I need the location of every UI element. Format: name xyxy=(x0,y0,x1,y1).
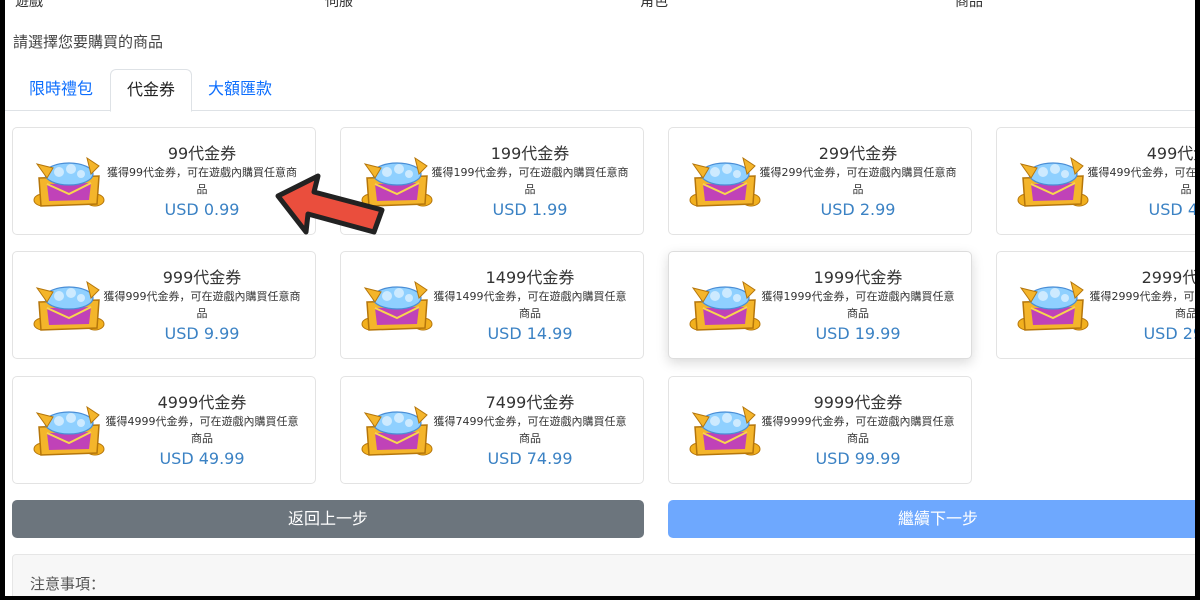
treasure-chest-icon xyxy=(689,278,761,334)
product-card[interactable]: 1999代金券 獲得1999代金券，可在遊戲內購買任意商品 USD 19.99 xyxy=(668,251,972,359)
step-label: 商品 xyxy=(955,0,983,10)
product-price: USD 14.99 xyxy=(487,324,573,343)
product-title: 499代金券 xyxy=(1146,144,1195,163)
product-card[interactable]: 499代金券 獲得499代金券，可在遊戲內購買任意商品 USD 4.99 xyxy=(996,127,1195,235)
product-title: 99代金券 xyxy=(167,144,237,163)
product-price: USD 74.99 xyxy=(487,449,573,468)
product-description: 獲得7499代金券，可在遊戲內購買任意商品 xyxy=(433,415,627,445)
product-title: 999代金券 xyxy=(162,268,242,287)
product-title: 1499代金券 xyxy=(485,268,575,287)
next-button[interactable]: 繼續下一步 xyxy=(668,500,1195,538)
select-product-prompt: 請選擇您要購買的商品 xyxy=(13,33,164,51)
treasure-chest-icon xyxy=(33,154,105,210)
notice-box: 注意事項： xyxy=(12,554,1195,596)
step-label: 遊戲 xyxy=(15,0,43,10)
product-price: USD 1.99 xyxy=(492,200,568,219)
product-title: 7499代金券 xyxy=(485,393,575,412)
product-price: USD 29.99 xyxy=(1143,324,1195,343)
product-price: USD 9.99 xyxy=(164,324,240,343)
product-title: 299代金券 xyxy=(818,144,898,163)
product-card[interactable]: 4999代金券 獲得4999代金券，可在遊戲內購買任意商品 USD 49.99 xyxy=(12,376,316,484)
step-label: 角色 xyxy=(640,0,668,10)
product-card[interactable]: 999代金券 獲得999代金券，可在遊戲內購買任意商品 USD 9.99 xyxy=(12,251,316,359)
product-title: 1999代金券 xyxy=(813,268,903,287)
red-arrow-annotation xyxy=(275,173,385,235)
product-title: 199代金券 xyxy=(490,144,570,163)
treasure-chest-icon xyxy=(361,278,433,334)
treasure-chest-icon xyxy=(1017,154,1089,210)
product-card[interactable]: 299代金券 獲得299代金券，可在遊戲內購買任意商品 USD 2.99 xyxy=(668,127,972,235)
product-description: 獲得2999代金券，可在遊戲內購買任意商品 xyxy=(1089,290,1196,320)
product-title: 2999代金券 xyxy=(1141,268,1195,287)
product-price: USD 99.99 xyxy=(815,449,901,468)
product-price: USD 4.99 xyxy=(1148,200,1195,219)
treasure-chest-icon xyxy=(689,403,761,459)
product-card[interactable]: 2999代金券 獲得2999代金券，可在遊戲內購買任意商品 USD 29.99 xyxy=(996,251,1195,359)
treasure-chest-icon xyxy=(33,403,105,459)
product-description: 獲得499代金券，可在遊戲內購買任意商品 xyxy=(1087,166,1196,196)
product-description: 獲得4999代金券，可在遊戲內購買任意商品 xyxy=(105,415,299,445)
product-description: 獲得9999代金券，可在遊戲內購買任意商品 xyxy=(761,415,955,445)
notice-title: 注意事項： xyxy=(30,575,106,593)
product-description: 獲得1499代金券，可在遊戲內購買任意商品 xyxy=(433,290,627,320)
step-label: 伺服 xyxy=(325,0,353,10)
product-price: USD 19.99 xyxy=(815,324,901,343)
treasure-chest-icon xyxy=(689,154,761,210)
tab-voucher[interactable]: 代金券 xyxy=(110,69,193,112)
product-description: 獲得299代金券，可在遊戲內購買任意商品 xyxy=(759,166,957,196)
treasure-chest-icon xyxy=(33,278,105,334)
product-tabs: 限時禮包 代金券 大額匯款 xyxy=(5,69,1195,112)
product-description: 獲得999代金券，可在遊戲內購買任意商品 xyxy=(103,290,301,320)
product-card[interactable]: 9999代金券 獲得9999代金券，可在遊戲內購買任意商品 USD 99.99 xyxy=(668,376,972,484)
back-button[interactable]: 返回上一步 xyxy=(12,500,644,538)
step-header-strip: 遊戲 伺服 角色 商品 xyxy=(5,0,1195,10)
page-frame: 遊戲 伺服 角色 商品 請選擇您要購買的商品 限時禮包 代金券 大額匯款 99代… xyxy=(5,0,1195,596)
product-title: 9999代金券 xyxy=(813,393,903,412)
product-price: USD 49.99 xyxy=(159,449,245,468)
product-card[interactable]: 1499代金券 獲得1499代金券，可在遊戲內購買任意商品 USD 14.99 xyxy=(340,251,644,359)
product-description: 獲得199代金券，可在遊戲內購買任意商品 xyxy=(431,166,629,196)
product-price: USD 2.99 xyxy=(820,200,896,219)
product-card[interactable]: 7499代金券 獲得7499代金券，可在遊戲內購買任意商品 USD 74.99 xyxy=(340,376,644,484)
treasure-chest-icon xyxy=(361,403,433,459)
treasure-chest-icon xyxy=(1017,278,1089,334)
product-description: 獲得1999代金券，可在遊戲內購買任意商品 xyxy=(761,290,955,320)
tab-limited-pack[interactable]: 限時禮包 xyxy=(13,69,109,111)
tab-large-transfer[interactable]: 大額匯款 xyxy=(192,69,288,111)
product-title: 4999代金券 xyxy=(157,393,247,412)
